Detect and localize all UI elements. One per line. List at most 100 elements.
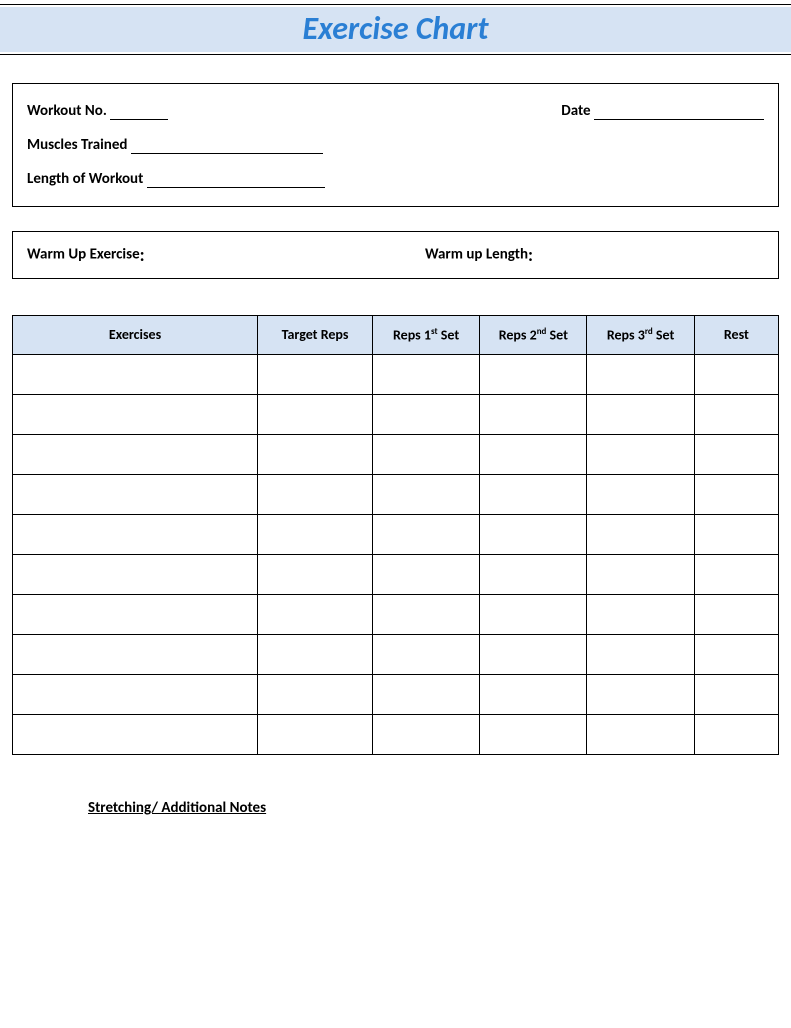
table-cell[interactable] — [587, 634, 694, 674]
table-cell[interactable] — [258, 434, 373, 474]
info-row-2: Muscles Trained — [27, 136, 764, 154]
reps3-suffix: Set — [653, 327, 675, 344]
table-cell[interactable] — [694, 354, 778, 394]
reps1-prefix: Reps 1 — [393, 327, 431, 344]
table-cell[interactable] — [258, 394, 373, 434]
table-cell[interactable] — [480, 634, 587, 674]
table-cell[interactable] — [258, 354, 373, 394]
title-rule-top — [0, 4, 791, 5]
colon: : — [528, 244, 533, 266]
table-cell[interactable] — [13, 714, 258, 754]
table-cell[interactable] — [373, 394, 480, 434]
table-cell[interactable] — [373, 674, 480, 714]
table-row — [13, 474, 779, 514]
table-cell[interactable] — [13, 594, 258, 634]
header-target-reps: Target Reps — [258, 316, 373, 355]
info-box: Workout No. Date Muscles Trained Length … — [12, 83, 779, 207]
table-row — [13, 554, 779, 594]
table-cell[interactable] — [587, 594, 694, 634]
reps1-suffix: Set — [438, 327, 460, 344]
table-cell[interactable] — [258, 674, 373, 714]
title-rule-bottom — [0, 54, 791, 55]
exercise-table: Exercises Target Reps Reps 1st Set Reps … — [12, 315, 779, 755]
header-reps-3: Reps 3rd Set — [587, 316, 694, 355]
colon: : — [140, 244, 145, 266]
table-cell[interactable] — [13, 554, 258, 594]
title-bar: Exercise Chart — [0, 7, 791, 52]
table-cell[interactable] — [587, 674, 694, 714]
table-cell[interactable] — [373, 434, 480, 474]
table-cell[interactable] — [587, 554, 694, 594]
header-rest: Rest — [694, 316, 778, 355]
table-cell[interactable] — [694, 594, 778, 634]
table-cell[interactable] — [694, 634, 778, 674]
table-cell[interactable] — [694, 434, 778, 474]
table-cell[interactable] — [258, 554, 373, 594]
table-cell[interactable] — [13, 634, 258, 674]
page-title: Exercise Chart — [0, 9, 791, 48]
table-cell[interactable] — [694, 394, 778, 434]
warmup-exercise-label: Warm Up Exercise — [27, 246, 140, 264]
table-cell[interactable] — [694, 474, 778, 514]
table-cell[interactable] — [480, 674, 587, 714]
table-row — [13, 394, 779, 434]
table-row — [13, 634, 779, 674]
table-cell[interactable] — [13, 474, 258, 514]
table-cell[interactable] — [258, 474, 373, 514]
table-cell[interactable] — [587, 474, 694, 514]
table-cell[interactable] — [373, 514, 480, 554]
warmup-box: Warm Up Exercise: Warm up Length: — [12, 231, 779, 279]
table-cell[interactable] — [373, 634, 480, 674]
table-cell[interactable] — [694, 714, 778, 754]
table-cell[interactable] — [373, 594, 480, 634]
table-cell[interactable] — [13, 394, 258, 434]
table-cell[interactable] — [373, 714, 480, 754]
table-cell[interactable] — [480, 474, 587, 514]
table-cell[interactable] — [587, 514, 694, 554]
table-cell[interactable] — [258, 594, 373, 634]
table-cell[interactable] — [587, 394, 694, 434]
table-cell[interactable] — [587, 714, 694, 754]
reps2-prefix: Reps 2 — [499, 327, 537, 344]
table-cell[interactable] — [480, 714, 587, 754]
table-cell[interactable] — [258, 714, 373, 754]
table-header-row: Exercises Target Reps Reps 1st Set Reps … — [13, 316, 779, 355]
muscles-trained-blank[interactable] — [131, 140, 323, 154]
date-label: Date — [561, 102, 590, 120]
length-workout-blank[interactable] — [147, 174, 325, 188]
muscles-trained-label: Muscles Trained — [27, 136, 127, 154]
reps3-prefix: Reps 3 — [607, 327, 645, 344]
warmup-length-label: Warm up Length — [425, 246, 528, 264]
notes-heading: Stretching/ Additional Notes — [88, 799, 791, 817]
table-cell[interactable] — [373, 554, 480, 594]
workout-no-label: Workout No. — [27, 102, 107, 120]
header-reps-2: Reps 2nd Set — [480, 316, 587, 355]
workout-no-blank[interactable] — [110, 106, 168, 120]
table-cell[interactable] — [694, 674, 778, 714]
table-body — [13, 354, 779, 754]
table-cell[interactable] — [694, 554, 778, 594]
table-cell[interactable] — [480, 434, 587, 474]
table-cell[interactable] — [13, 674, 258, 714]
reps3-sup: rd — [645, 326, 653, 337]
table-cell[interactable] — [480, 514, 587, 554]
table-cell[interactable] — [13, 354, 258, 394]
table-cell[interactable] — [480, 394, 587, 434]
table-cell[interactable] — [373, 354, 480, 394]
date-blank[interactable] — [594, 106, 764, 120]
table-cell[interactable] — [694, 514, 778, 554]
table-cell[interactable] — [13, 434, 258, 474]
table-cell[interactable] — [587, 434, 694, 474]
table-cell[interactable] — [587, 354, 694, 394]
header-exercises: Exercises — [13, 316, 258, 355]
length-workout-field: Length of Workout — [27, 170, 325, 188]
table-cell[interactable] — [258, 514, 373, 554]
table-cell[interactable] — [13, 514, 258, 554]
header-reps-1: Reps 1st Set — [373, 316, 480, 355]
table-cell[interactable] — [480, 354, 587, 394]
table-cell[interactable] — [480, 594, 587, 634]
table-cell[interactable] — [480, 554, 587, 594]
table-cell[interactable] — [373, 474, 480, 514]
table-row — [13, 434, 779, 474]
table-cell[interactable] — [258, 634, 373, 674]
